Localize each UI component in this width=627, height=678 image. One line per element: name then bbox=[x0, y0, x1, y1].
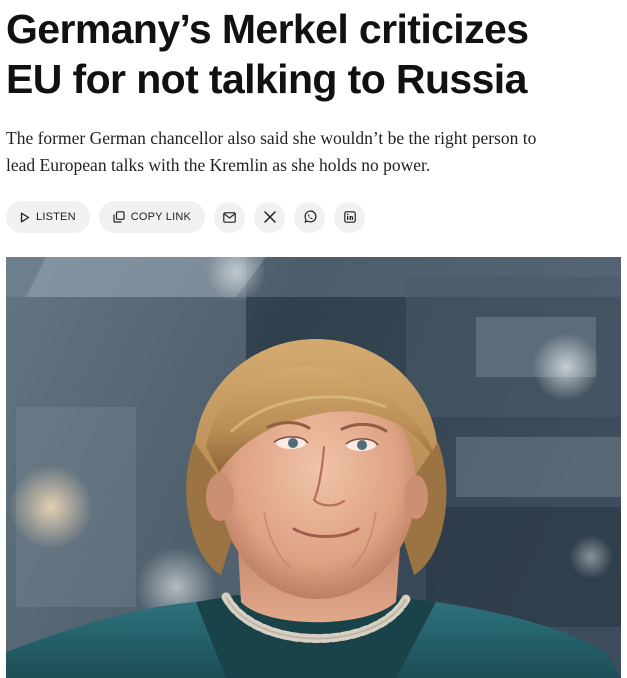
x-icon bbox=[263, 211, 276, 223]
listen-label: LISTEN bbox=[36, 211, 76, 223]
linkedin-icon bbox=[343, 211, 356, 223]
linkedin-share-button[interactable] bbox=[334, 201, 366, 233]
article-dek: The former German chancellor also said s… bbox=[6, 125, 618, 179]
x-share-button[interactable] bbox=[254, 201, 286, 233]
dek-line-1: The former German chancellor also said s… bbox=[6, 128, 537, 148]
article-hero-photo bbox=[6, 257, 621, 678]
headline-line-2: EU for not talking to Russia bbox=[6, 56, 527, 102]
email-share-button[interactable] bbox=[214, 201, 246, 233]
listen-button[interactable]: LISTEN bbox=[6, 201, 90, 233]
whatsapp-icon bbox=[303, 210, 317, 224]
email-icon bbox=[223, 211, 236, 223]
dek-line-2: lead European talks with the Kremlin as … bbox=[6, 155, 431, 175]
copy-icon bbox=[113, 211, 125, 223]
copy-link-label: COPY LINK bbox=[130, 211, 192, 223]
play-icon bbox=[20, 212, 30, 223]
copy-link-button[interactable]: COPY LINK bbox=[98, 201, 206, 233]
headline-line-1: Germany’s Merkel criticizes bbox=[6, 6, 529, 52]
whatsapp-share-button[interactable] bbox=[294, 201, 326, 233]
share-toolbar: LISTEN COPY LINK bbox=[6, 201, 366, 233]
article-headline: Germany’s Merkel criticizes EU for not t… bbox=[6, 4, 621, 104]
